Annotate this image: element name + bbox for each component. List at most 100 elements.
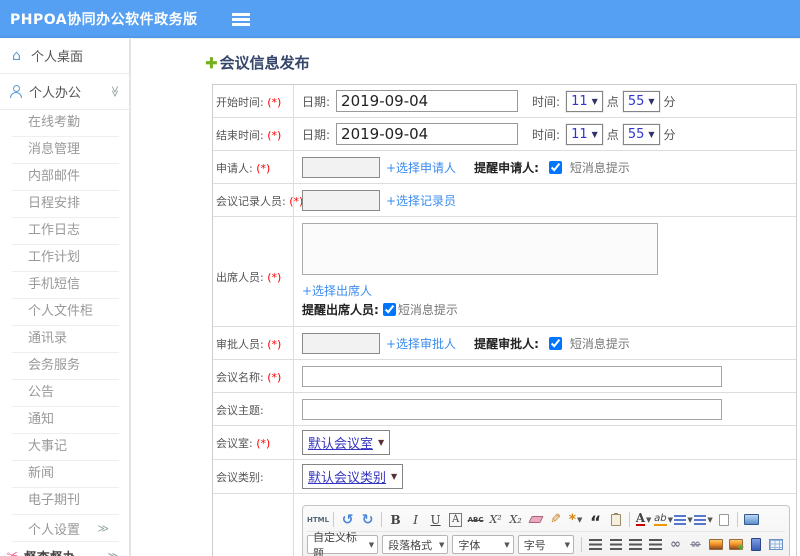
align-right-icon[interactable] — [626, 536, 645, 554]
sidebar-item-e-journal[interactable]: 电子期刊 — [12, 488, 119, 515]
main-content: ✚ 会议信息发布 开始时间: (*) 日期: 时间: 11▼ 点 55▼ 分 结… — [133, 38, 800, 556]
underline-button[interactable]: U — [426, 511, 445, 529]
new-page-icon[interactable] — [714, 511, 733, 529]
sidebar-item-personal-settings[interactable]: 个人设置 ≫ — [12, 515, 119, 542]
font-color-button[interactable]: A ▼ — [634, 511, 653, 529]
auto-format-button[interactable]: * ▼ — [566, 511, 585, 529]
meeting-name-input[interactable] — [302, 365, 722, 387]
justify-icon[interactable] — [646, 536, 665, 554]
time-label: 时间: — [532, 94, 561, 109]
sidebar-item-desktop[interactable]: ⌂ 个人桌面 — [0, 38, 129, 74]
unlink-icon[interactable]: ∞ — [686, 536, 705, 554]
eraser-icon[interactable] — [526, 511, 545, 529]
applicant-input[interactable] — [302, 156, 380, 178]
insert-image-icon[interactable] — [726, 536, 745, 554]
rich-text-editor: HTML ↺ ↻ B I U A ABC X² X₂ ✎ * ▼ “ A ▼ a… — [302, 505, 790, 556]
page-title: ✚ 会议信息发布 — [205, 53, 310, 73]
sidebar-item-attendance[interactable]: 在线考勤 — [12, 110, 119, 137]
sidebar-item-sms[interactable]: 手机短信 — [12, 272, 119, 299]
bold-button[interactable]: B — [386, 511, 405, 529]
highlight-button[interactable]: ab ▼ — [654, 511, 673, 529]
chevron-down-icon: ▼ — [687, 515, 693, 524]
select-recorder-link[interactable]: +选择记录员 — [386, 192, 456, 209]
hamburger-menu-icon[interactable] — [231, 12, 250, 26]
select-approver-link[interactable]: +选择审批人 — [386, 335, 456, 352]
date-label: 日期: — [302, 127, 331, 142]
meeting-name-label: 会议名称: — [216, 371, 264, 384]
chevron-down-icon: ▼ — [564, 540, 570, 549]
toolbar-separator — [737, 512, 739, 527]
undo-icon[interactable]: ↺ — [338, 511, 357, 529]
sidebar-submenu: 在线考勤 消息管理 内部邮件 日程安排 工作日志 工作计划 手机短信 个人文件柜… — [0, 110, 129, 515]
chevron-double-right-icon: ≫ — [97, 521, 109, 535]
recorder-input[interactable] — [302, 189, 380, 211]
recorder-label: 会议记录人员: — [216, 195, 286, 208]
meeting-category-select[interactable]: 默认会议类别 ▼ — [302, 464, 404, 489]
font-border-button[interactable]: A — [448, 512, 463, 527]
sidebar-item-news[interactable]: 新闻 — [12, 461, 119, 488]
paste-icon[interactable] — [606, 511, 625, 529]
start-minute-select[interactable]: 55 ▼ — [622, 90, 660, 112]
paragraph-format-select[interactable]: 段落格式 ▼ — [382, 535, 449, 554]
image-icon[interactable] — [706, 536, 725, 554]
select-attendees-link[interactable]: +选择出席人 — [302, 284, 372, 298]
chevron-down-icon: ▼ — [707, 515, 713, 524]
sidebar-item-schedule[interactable]: 日程安排 — [12, 191, 119, 218]
custom-heading-select[interactable]: 自定义标题 ▼ — [307, 531, 379, 556]
chevron-down-icon: ▼ — [391, 472, 398, 481]
blockquote-icon[interactable]: “ — [586, 511, 605, 532]
sidebar-item-internal-mail[interactable]: 内部邮件 — [12, 164, 119, 191]
meeting-room-select[interactable]: 默认会议室 ▼ — [302, 430, 391, 455]
start-date-input[interactable] — [336, 90, 519, 112]
chevron-down-icon: ▼ — [368, 540, 375, 549]
fullscreen-icon[interactable] — [742, 511, 761, 529]
sidebar-item-contacts[interactable]: 通讯录 — [12, 326, 119, 353]
align-center-icon[interactable] — [606, 536, 625, 554]
sidebar-item-personal-office[interactable]: 个人办公 ≫ — [0, 74, 129, 110]
toolbar-separator — [333, 512, 335, 527]
form-row-approver: 审批人员: (*) +选择审批人 提醒审批人: 短消息提示 — [213, 327, 796, 360]
end-hour-select[interactable]: 11 ▼ — [566, 123, 603, 145]
chevron-down-icon: ▼ — [591, 96, 598, 106]
media-icon[interactable] — [746, 536, 765, 554]
sidebar-item-supervision[interactable]: ✂ 督查督办 ≫ — [0, 542, 129, 556]
meeting-subject-input[interactable] — [302, 398, 722, 420]
start-hour-select[interactable]: 11 ▼ — [566, 90, 603, 112]
form-row-meeting-room: 会议室: (*) 默认会议室 ▼ — [213, 426, 796, 460]
sidebar-item-notice[interactable]: 通知 — [12, 407, 119, 434]
subscript-button[interactable]: X₂ — [506, 511, 525, 529]
table-icon[interactable] — [766, 536, 785, 554]
html-source-button[interactable]: HTML — [307, 511, 329, 529]
sidebar-item-file-cabinet[interactable]: 个人文件柜 — [12, 299, 119, 326]
chevron-down-icon: ▼ — [591, 129, 598, 139]
strikethrough-button[interactable]: ABC — [466, 511, 485, 529]
font-family-select[interactable]: 字体 ▼ — [452, 535, 514, 554]
link-icon[interactable]: ∞ — [666, 536, 685, 554]
redo-icon[interactable]: ↻ — [358, 511, 377, 529]
remind-applicant-checkbox[interactable] — [548, 160, 562, 174]
end-date-input[interactable] — [336, 123, 519, 145]
font-size-select[interactable]: 字号 ▼ — [517, 535, 574, 554]
chevron-down-icon: ▼ — [504, 540, 510, 549]
approver-input[interactable] — [302, 332, 380, 354]
align-left-icon[interactable] — [586, 536, 605, 554]
unordered-list-button[interactable]: ▼ — [694, 511, 713, 529]
sidebar-item-meeting-service[interactable]: 会务服务 — [12, 353, 119, 380]
remind-attendees-checkbox[interactable] — [382, 303, 396, 316]
chevron-down-icon: ▼ — [648, 96, 655, 106]
sidebar-item-messages[interactable]: 消息管理 — [12, 137, 119, 164]
format-brush-icon[interactable]: ✎ — [546, 511, 565, 529]
end-minute-select[interactable]: 55 ▼ — [622, 123, 660, 145]
sidebar-item-work-plan[interactable]: 工作计划 — [12, 245, 119, 272]
italic-button[interactable]: I — [406, 511, 425, 529]
toolbar-separator — [581, 537, 582, 552]
sidebar-item-work-log[interactable]: 工作日志 — [12, 218, 119, 245]
select-applicant-link[interactable]: +选择申请人 — [386, 159, 456, 176]
sidebar-item-announcement[interactable]: 公告 — [12, 380, 119, 407]
ordered-list-button[interactable]: ▼ — [674, 511, 693, 529]
superscript-button[interactable]: X² — [486, 511, 505, 529]
meeting-subject-label: 会议主题: — [216, 404, 264, 417]
remind-approver-checkbox[interactable] — [548, 336, 562, 350]
sidebar-item-memorabilia[interactable]: 大事记 — [12, 434, 119, 461]
attendees-textarea[interactable] — [302, 223, 658, 275]
